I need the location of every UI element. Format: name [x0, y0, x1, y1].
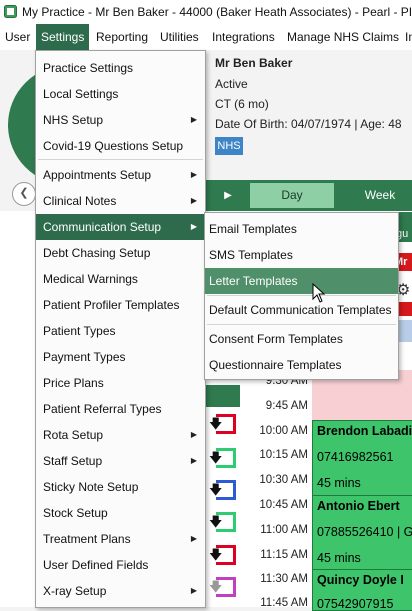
menu-item-patient-types[interactable]: Patient Types — [36, 318, 205, 344]
chevron-right-icon: ▶ — [190, 456, 197, 465]
time-label: 10:45 AM — [259, 499, 308, 511]
tab-week[interactable]: Week — [345, 183, 412, 208]
menu-integrations[interactable]: Integrations — [212, 24, 275, 50]
chevron-left-icon[interactable]: ❮ — [12, 182, 36, 206]
appointment-phone: 07542907915 — [317, 597, 394, 611]
chevron-right-icon: ▶ — [190, 170, 197, 179]
chevron-right-icon: ▶ — [190, 196, 197, 205]
menu-item-staff-setup[interactable]: Staff Setup ▶ — [36, 448, 205, 474]
window-title: My Practice - Mr Ben Baker - 44000 (Bake… — [22, 5, 412, 19]
submenu-item-consent-form-templates[interactable]: Consent Form Templates — [205, 326, 398, 352]
patient-name: Mr Ben Baker — [215, 56, 293, 70]
menu-item-user-defined-fields[interactable]: User Defined Fields — [36, 552, 205, 578]
chevron-right-icon: ▶ — [190, 586, 197, 595]
status-marker — [216, 577, 236, 597]
menu-utilities[interactable]: Utilities — [160, 24, 199, 50]
menu-bar: User Settings Reporting Utilities Integr… — [0, 24, 412, 50]
patient-status: Active — [215, 77, 248, 91]
appointment-name: Quincy Doyle I — [317, 573, 404, 587]
title-bar: My Practice - Mr Ben Baker - 44000 (Bake… — [0, 0, 412, 25]
time-label: 11:15 AM — [260, 549, 308, 561]
menu-divider — [207, 324, 396, 325]
menu-item-xray-setup[interactable]: X-ray Setup ▶ — [36, 578, 205, 604]
submenu-item-default-communication-templates[interactable]: Default Communication Templates — [205, 297, 398, 323]
time-label: 10:30 AM — [259, 474, 308, 486]
time-label: 11:30 AM — [260, 573, 308, 585]
status-marker — [216, 512, 236, 532]
status-marker — [216, 545, 236, 565]
appointment-card[interactable]: Brendon Labadi 07416982561 45 mins — [312, 420, 412, 498]
mouse-pointer-icon — [312, 283, 326, 303]
list-item[interactable]: 🡇 — [206, 412, 240, 436]
submenu-item-questionnaire-templates[interactable]: Questionnaire Templates — [205, 352, 398, 378]
time-label: 10:00 AM — [259, 425, 308, 437]
appointment-phone: 07885526410 | G — [317, 525, 412, 539]
appointment-card[interactable]: Quincy Doyle I 07542907915 — [312, 569, 412, 611]
list-item[interactable]: 🡇 — [206, 575, 240, 599]
menu-reporting[interactable]: Reporting — [96, 24, 148, 50]
menu-item-rota-setup[interactable]: Rota Setup ▶ — [36, 422, 205, 448]
communication-submenu: Email Templates SMS Templates Letter Tem… — [204, 212, 399, 380]
patient-dob: Date Of Birth: 04/07/1974 | Age: 48 — [215, 117, 402, 131]
patient-ct: CT (6 mo) — [215, 97, 269, 111]
appointment-duration: 45 mins — [317, 551, 361, 565]
menu-item-stock-setup[interactable]: Stock Setup — [36, 500, 205, 526]
menu-item-patient-referral-types[interactable]: Patient Referral Types — [36, 396, 205, 422]
tab-day[interactable]: Day — [250, 183, 334, 208]
menu-divider — [207, 295, 396, 296]
appointment-name: Antonio Ebert — [317, 499, 400, 513]
menu-item-payment-types[interactable]: Payment Types — [36, 344, 205, 370]
menu-item-covid-questions[interactable]: Covid-19 Questions Setup — [36, 133, 205, 159]
list-item[interactable]: 🡇 — [206, 510, 240, 534]
submenu-item-email-templates[interactable]: Email Templates — [205, 216, 398, 242]
menu-item-medical-warnings[interactable]: Medical Warnings — [36, 266, 205, 292]
menu-item-treatment-plans[interactable]: Treatment Plans ▶ — [36, 526, 205, 552]
menu-item-practice-settings[interactable]: Practice Settings — [36, 55, 205, 81]
list-item[interactable]: 🡇 — [206, 543, 240, 567]
pearl-app-icon — [4, 5, 17, 18]
appointment-card[interactable]: Antonio Ebert 07885526410 | G 45 mins — [312, 495, 412, 571]
menu-divider — [38, 159, 203, 160]
time-label: 11:00 AM — [260, 524, 308, 536]
menu-user[interactable]: User — [5, 24, 30, 50]
menu-item-communication-setup[interactable]: Communication Setup ▶ — [36, 214, 205, 240]
nhs-badge[interactable]: NHS — [215, 137, 243, 155]
menu-settings[interactable]: Settings — [36, 24, 90, 50]
chevron-right-icon: ▶ — [190, 115, 197, 124]
play-icon[interactable]: ▶ — [218, 180, 238, 211]
menu-item-nhs-setup[interactable]: NHS Setup ▶ — [36, 107, 205, 133]
status-marker — [216, 480, 236, 500]
status-marker — [216, 448, 236, 468]
menu-item-price-plans[interactable]: Price Plans — [36, 370, 205, 396]
time-label: 9:45 AM — [265, 400, 308, 412]
time-label: 10:15 AM — [259, 449, 308, 461]
menu-manage-nhs-claims[interactable]: Manage NHS Claims — [287, 24, 399, 50]
chevron-right-icon: ▶ — [190, 430, 197, 439]
menu-item-appointments-setup[interactable]: Appointments Setup ▶ — [36, 162, 205, 188]
submenu-item-letter-templates[interactable]: Letter Templates — [205, 268, 398, 294]
menu-item-patient-profiler-templates[interactable]: Patient Profiler Templates — [36, 292, 205, 318]
list-item[interactable]: 🡇 — [206, 446, 240, 470]
menu-item-debt-chasing-setup[interactable]: Debt Chasing Setup — [36, 240, 205, 266]
menu-overflow[interactable]: In — [405, 24, 412, 50]
menu-item-local-settings[interactable]: Local Settings — [36, 81, 205, 107]
chevron-right-icon: ▶ — [190, 534, 197, 543]
time-label: 11:45 AM — [260, 597, 308, 609]
status-marker — [216, 414, 236, 434]
appointment-name: Brendon Labadi — [317, 424, 412, 438]
menu-item-clinical-notes[interactable]: Clinical Notes ▶ — [36, 188, 205, 214]
chevron-right-icon: ▶ — [190, 222, 197, 231]
row-header — [205, 385, 240, 407]
appointment-duration: 45 mins — [317, 476, 361, 490]
menu-item-sticky-note-setup[interactable]: Sticky Note Setup — [36, 474, 205, 500]
submenu-item-sms-templates[interactable]: SMS Templates — [205, 242, 398, 268]
settings-dropdown: Practice Settings Local Settings NHS Set… — [35, 50, 206, 608]
list-item[interactable]: 🡇 — [206, 478, 240, 502]
appointment-phone: 07416982561 — [317, 450, 394, 464]
